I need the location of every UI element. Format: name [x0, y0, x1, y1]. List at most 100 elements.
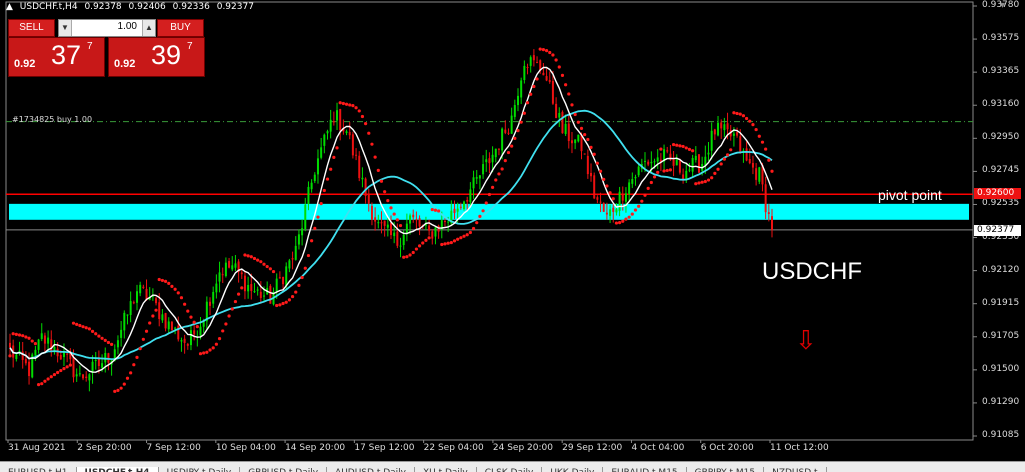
sar-dot	[125, 376, 130, 380]
candle-body	[631, 179, 634, 184]
candle-body	[532, 55, 535, 61]
sar-dot	[754, 127, 758, 132]
sar-dot	[516, 129, 520, 133]
chart-tab[interactable]: USDJPY,t,Daily	[159, 467, 241, 472]
ohlc-low: 0.92336	[172, 2, 210, 12]
candle-body	[116, 340, 119, 348]
sar-dot	[662, 169, 666, 173]
sar-dot	[237, 292, 241, 296]
price-tick-label: 0.91915	[982, 297, 1020, 308]
candle-body	[561, 111, 564, 134]
sar-dot	[81, 325, 85, 329]
sar-dot	[227, 314, 231, 318]
buy-button[interactable]: BUY	[157, 19, 204, 37]
candle-body	[59, 354, 62, 360]
price-tick-label: 0.93365	[982, 66, 1020, 77]
sell-price-box[interactable]: 0.92 37 7	[8, 37, 105, 77]
buy-price-pip: 7	[187, 41, 193, 52]
date-tick-label: 14 Sep 20:00	[285, 443, 346, 453]
candle-body	[231, 265, 234, 270]
candle-body	[129, 301, 132, 315]
order-line-label[interactable]: #1734825 buy 1.00	[12, 115, 92, 124]
candle-body	[767, 212, 770, 215]
chart-tab[interactable]: USDCHF,t,H4	[76, 467, 159, 472]
sar-dot	[94, 332, 98, 336]
chart-tab[interactable]: GBPJPY,t,M15	[687, 467, 765, 472]
sar-dot	[313, 226, 317, 231]
chart-tab[interactable]: NZDUSD,t	[764, 467, 827, 472]
sar-dot	[694, 182, 698, 186]
candle-body	[726, 123, 729, 130]
candle-body	[507, 132, 510, 134]
candle-body	[463, 201, 466, 210]
sar-dot	[548, 50, 552, 55]
candle-body	[720, 122, 723, 129]
chart-title-bar: ▲ USDCHF.t,H4 0.92378 0.92406 0.92336 0.…	[6, 2, 258, 12]
candle-body	[523, 65, 526, 81]
candle-body	[536, 62, 539, 64]
sar-dot	[595, 161, 599, 165]
chart-symbol-icon: ▲	[6, 2, 13, 12]
lot-decrease-icon[interactable]: ▼	[59, 20, 72, 36]
candle-body	[34, 349, 37, 356]
sar-dot	[329, 167, 333, 171]
sar-dot	[332, 155, 336, 159]
candle-body	[323, 134, 326, 146]
sar-dot	[452, 239, 457, 243]
sell-button[interactable]: SELL	[8, 19, 55, 37]
candle-body	[28, 361, 31, 377]
sar-dot	[716, 167, 720, 171]
chart-tab[interactable]: AUDUSD,t,Daily	[327, 467, 415, 472]
chart-tab[interactable]: EURAUD,t,M15	[603, 467, 687, 472]
ohlc-close: 0.92377	[216, 2, 254, 12]
candle-body	[285, 266, 288, 287]
sar-dot	[211, 346, 215, 350]
sar-dot	[437, 209, 441, 213]
sar-dot	[497, 172, 501, 176]
chart-tab[interactable]: GBPUSD,t,Daily	[240, 467, 328, 472]
candle-body	[243, 275, 246, 292]
sar-dot	[310, 239, 314, 243]
sar-dot	[500, 167, 504, 171]
lot-value[interactable]: 1.00	[118, 21, 137, 32]
candle-body	[713, 129, 716, 135]
sar-dot	[456, 237, 460, 241]
sar-dot	[151, 314, 155, 318]
candle-body	[678, 160, 681, 173]
price-tick-label: 0.92950	[982, 132, 1020, 143]
candle-body	[615, 209, 618, 213]
candle-body	[215, 283, 218, 293]
sell-price-pip: 7	[87, 41, 93, 52]
candle-body	[570, 140, 573, 144]
sar-dot	[608, 191, 612, 195]
sar-dot	[271, 269, 276, 274]
candle-body	[145, 288, 148, 300]
buy-price-box[interactable]: 0.92 39 7	[108, 37, 205, 77]
candle-body	[501, 128, 504, 151]
chart-tab[interactable]: XU,t,Daily	[415, 467, 477, 472]
date-tick-label: 17 Sep 12:00	[354, 443, 415, 453]
lot-size-input[interactable]: ▼ 1.00 ▲	[58, 19, 156, 37]
lot-increase-icon[interactable]: ▲	[142, 20, 155, 36]
down-arrow-icon: ⇩	[795, 325, 817, 355]
sar-dot	[110, 342, 114, 347]
sar-dot	[710, 176, 714, 180]
candle-body	[253, 291, 256, 293]
sar-dot	[510, 144, 514, 148]
sar-dot	[465, 233, 469, 237]
candle-body	[751, 162, 754, 168]
sar-dot	[503, 159, 507, 163]
chart-tab[interactable]: CLSK,Daily	[477, 467, 543, 472]
sell-price-main: 37	[51, 40, 82, 70]
chart-tab[interactable]: UKK,Daily	[542, 467, 604, 472]
candle-body	[567, 123, 570, 142]
candle-body	[393, 232, 396, 237]
chart-tab[interactable]: EURUSD,t,H1	[0, 467, 77, 472]
candle-body	[555, 103, 558, 118]
sar-dot	[525, 101, 530, 105]
sar-dot	[294, 290, 298, 294]
sar-dot	[643, 193, 647, 197]
sar-dot	[519, 120, 523, 124]
candle-body	[167, 321, 170, 330]
sar-dot	[348, 103, 352, 107]
